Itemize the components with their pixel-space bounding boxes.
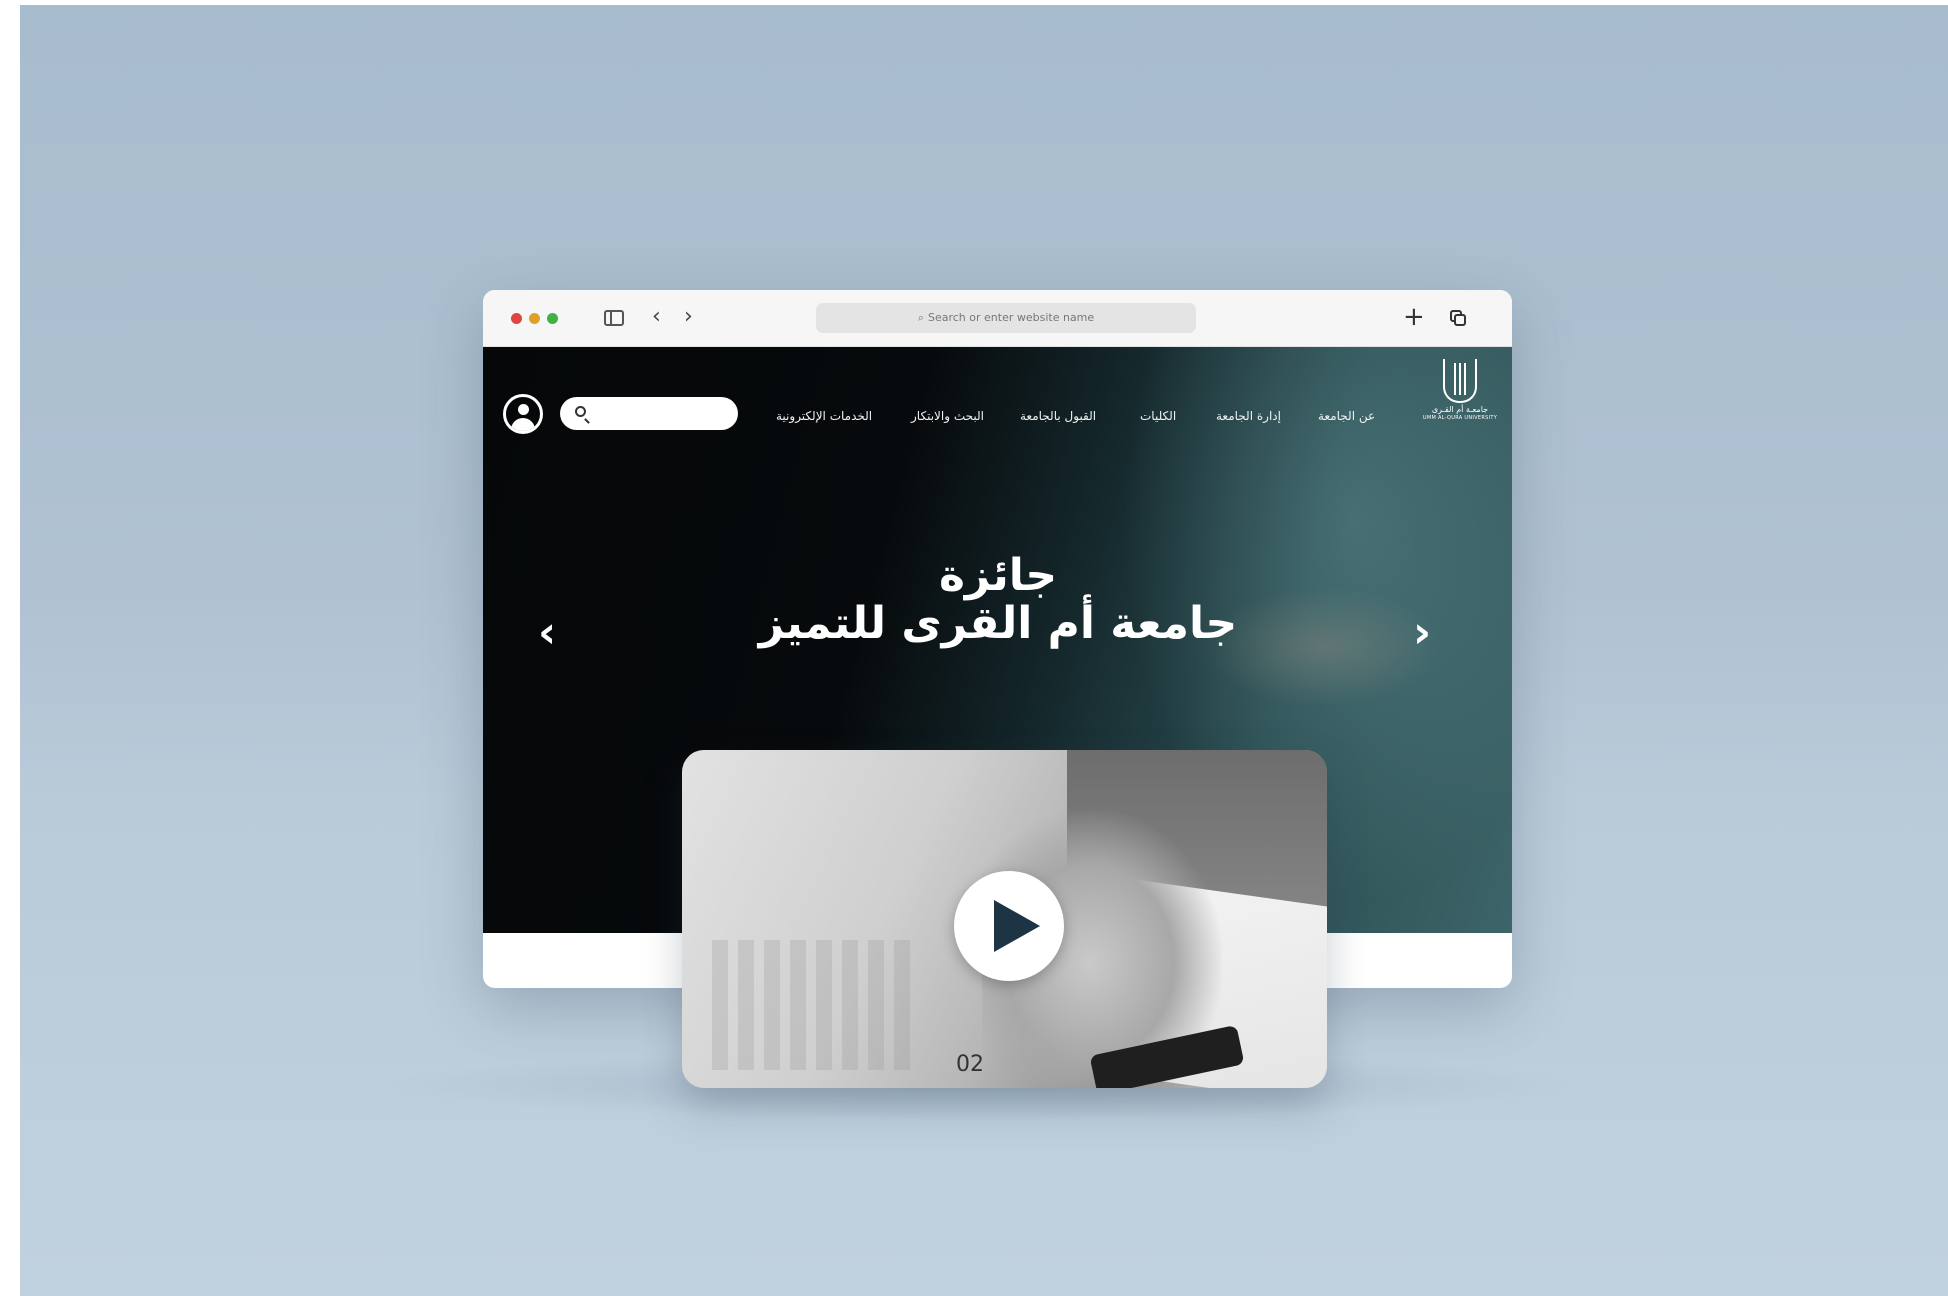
maximize-window-button[interactable] [547,313,558,324]
search-icon: ⌕ [917,311,924,324]
browser-toolbar: ‹ › ⌕ Search or enter website name + [483,290,1512,347]
nav-item-administration[interactable]: إدارة الجامعة [1216,407,1281,425]
video-card[interactable]: 02 [682,750,1327,1088]
nav-item-about[interactable]: عن الجامعة [1318,407,1375,425]
page-edge-top [0,0,1948,5]
university-logo[interactable]: جامعـة أم القـرى UMM AL-QURA UNIVERSITY [1414,359,1506,429]
slider-prev-icon[interactable]: ‹ [538,611,556,655]
nav-item-e-services[interactable]: الخدمات الإلكترونية [776,407,872,425]
nav-item-research[interactable]: البحث والابتكار [911,407,984,425]
page-edge [0,0,20,1296]
close-window-button[interactable] [511,313,522,324]
tabs-overview-icon[interactable] [1450,310,1466,326]
sidebar-icon[interactable] [604,310,624,326]
slider-next-icon[interactable]: › [1413,611,1431,655]
address-placeholder: Search or enter website name [927,311,1095,324]
hero-title-line1: جائزة [938,550,1058,601]
hero-title: جائزة جامعة أم القرى للتميز [683,552,1313,648]
user-account-icon[interactable] [503,394,543,434]
play-icon [994,900,1040,952]
nav-item-admission[interactable]: القبول بالجامعة [1020,407,1096,425]
logo-subtext: UMM AL-QURA UNIVERSITY [1422,415,1498,421]
video-frame-label: 02 [956,1052,984,1077]
forward-icon[interactable]: › [684,304,693,330]
minimize-window-button[interactable] [529,313,540,324]
play-button[interactable] [954,871,1064,981]
new-tab-icon[interactable]: + [1403,302,1425,332]
hero-title-line2: جامعة أم القرى للتميز [758,598,1238,649]
site-search-input[interactable] [560,397,738,430]
video-thumbnail-marks [712,940,912,1070]
logo-text: جامعـة أم القـرى [1431,405,1489,414]
address-bar[interactable]: ⌕ Search or enter website name [816,303,1196,333]
logo-icon [1443,359,1477,403]
search-icon [575,406,586,417]
back-icon[interactable]: ‹ [652,304,661,330]
nav-item-colleges[interactable]: الكليات [1140,407,1176,425]
